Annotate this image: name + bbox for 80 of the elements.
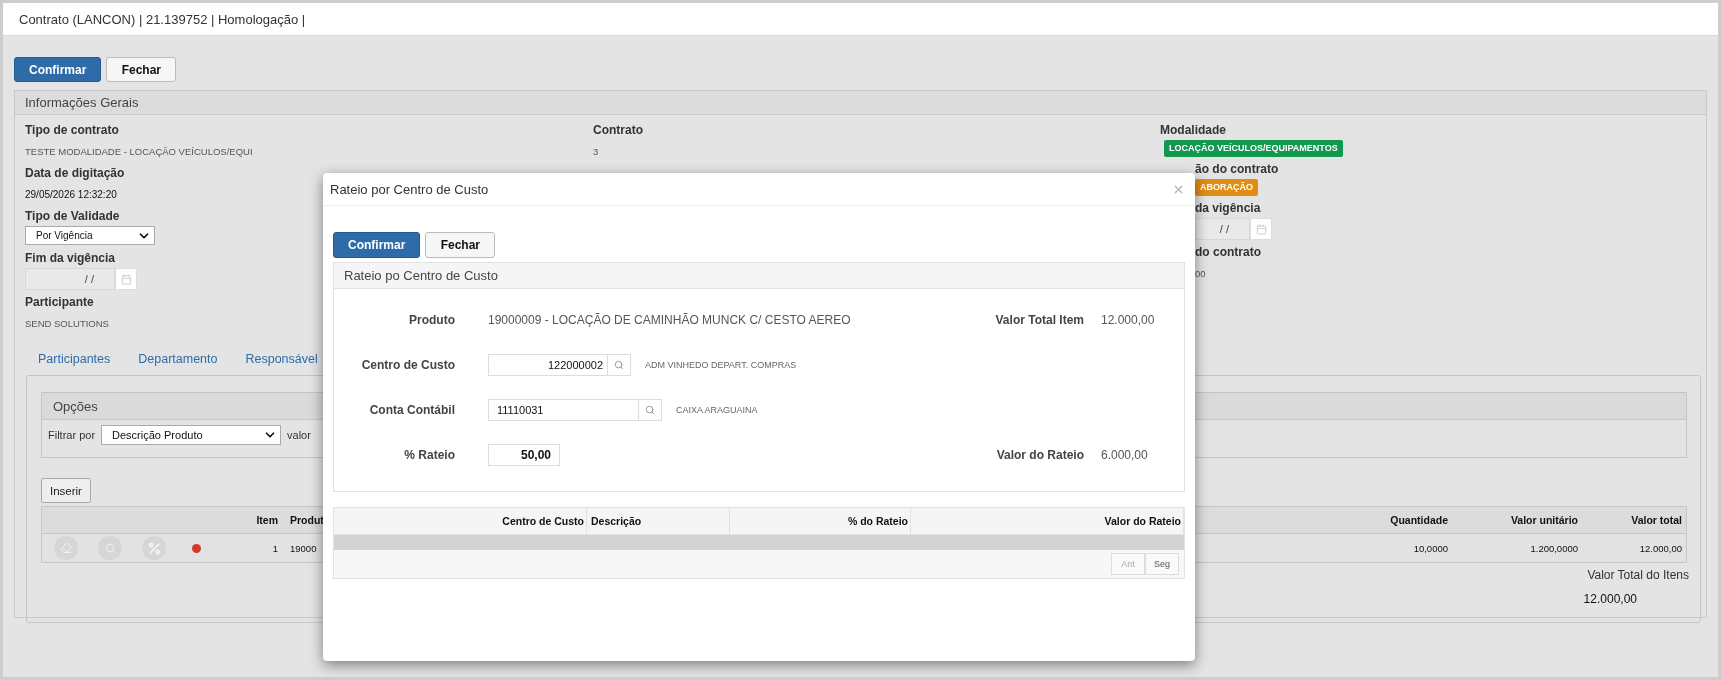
close-button[interactable]: Fechar <box>425 232 496 258</box>
section-title: Opções <box>53 398 98 414</box>
dialog-title: Rateio por Centro de Custo <box>330 181 489 197</box>
field-label: da vigência <box>1195 200 1261 217</box>
tab[interactable]: Participantes <box>38 352 111 366</box>
search-icon[interactable] <box>614 359 624 370</box>
table-cell: 10,0000 <box>1413 542 1448 554</box>
field-label: ão do contrato <box>1195 161 1279 178</box>
cost-center-field[interactable]: 122000002 <box>488 353 631 376</box>
close-button[interactable]: Fechar <box>106 57 177 82</box>
field-label: Participante <box>25 294 94 311</box>
field-value: 12.000,00 <box>1101 312 1155 327</box>
field-label: Produto <box>408 312 455 327</box>
field-description: ADM VINHEDO DEPART. COMPRAS <box>645 359 797 370</box>
eraser-icon <box>60 542 72 554</box>
search-icon <box>104 542 116 554</box>
tab[interactable]: Responsável <box>245 352 318 366</box>
column-header: Centro de Custo <box>334 508 587 534</box>
column-header: Item <box>256 514 278 526</box>
filter-label: Filtrar por <box>48 429 96 441</box>
date-field[interactable]: / / <box>1195 218 1250 240</box>
insert-button[interactable]: Inserir <box>41 478 91 503</box>
table-cell: 12.000,00 <box>1639 542 1682 554</box>
table-cell: 1.200,0000 <box>1530 542 1578 554</box>
field-value: 6.000,00 <box>1101 447 1148 462</box>
field-value: 29/05/2026 12:32:20 <box>25 188 117 202</box>
section-title: Informações Gerais <box>25 95 139 110</box>
column-header: Valor do Rateio <box>911 508 1184 534</box>
value-label: valor <box>287 429 311 441</box>
field-label: Centro de Custo <box>360 357 455 372</box>
select-field[interactable]: Por Vigência <box>25 226 155 245</box>
field-label: Valor Total Item <box>994 312 1084 327</box>
percent-field[interactable]: 50,00 <box>488 443 560 466</box>
field-value: 19000009 - LOCAÇÃO DE CAMINHÃO MUNCK C/ CESTO AEREO <box>488 312 851 327</box>
percent-button[interactable] <box>142 536 166 560</box>
column-header: Produt <box>290 514 324 526</box>
field-label: Conta Contábil <box>368 402 455 417</box>
column-header: Descrição <box>587 508 730 534</box>
confirm-button[interactable]: Confirmar <box>333 232 421 258</box>
total-label: Valor Total do Itens <box>1587 568 1689 582</box>
total-value: 12.000,00 <box>1583 592 1637 606</box>
close-icon[interactable] <box>1172 182 1185 196</box>
status-badge: ABORAÇÃO <box>1195 179 1258 196</box>
field-label: Valor do Rateio <box>995 447 1084 462</box>
field-label: do contrato <box>1195 244 1261 261</box>
table-cell: 1 <box>272 542 278 554</box>
window-title: Contrato (LANCON) | 21.139752 | Homologação | <box>19 11 306 27</box>
field-label: % Rateio <box>403 447 455 462</box>
field-label: Fim da vigência <box>25 250 116 267</box>
calendar-icon <box>1255 223 1267 235</box>
search-button[interactable] <box>98 536 122 560</box>
field-label: Tipo de contrato <box>25 122 119 139</box>
field-label: Data de digitação <box>25 165 125 182</box>
search-icon[interactable] <box>645 404 655 415</box>
date-field[interactable]: / / <box>25 268 115 290</box>
calendar-icon <box>120 273 132 285</box>
edit-button[interactable] <box>54 536 78 560</box>
table-cell: 19000 <box>290 542 317 554</box>
field-label: Modalidade <box>1160 122 1226 139</box>
field-value: 3 <box>593 145 599 159</box>
field-value: SEND SOLUTIONS <box>25 317 109 331</box>
confirm-button[interactable]: Confirmar <box>14 57 102 82</box>
account-field[interactable]: 11110031 <box>488 398 662 421</box>
column-header: Quantidade <box>1390 514 1448 526</box>
calendar-button[interactable] <box>1250 218 1272 240</box>
field-value: 00 <box>1195 267 1206 281</box>
field-label: Contrato <box>593 122 643 139</box>
percent-icon <box>146 540 162 556</box>
column-header: Valor total <box>1631 514 1682 526</box>
field-label: Tipo de Validade <box>25 208 120 225</box>
tab[interactable]: Departamento <box>138 352 218 366</box>
column-header: Valor unitário <box>1510 514 1578 526</box>
panel-title: Rateio po Centro de Custo <box>344 268 498 283</box>
column-header: % do Rateio <box>730 508 911 534</box>
calendar-button[interactable] <box>115 268 137 290</box>
pager-button[interactable]: Seg <box>1145 553 1179 575</box>
filter-select[interactable]: Descrição Produto <box>101 425 282 445</box>
field-value: TESTE MODALIDADE - LOCAÇÃO VEÍCULOS/EQUI <box>25 145 253 159</box>
status-badge: LOCAÇÃO VEÍCULOS/EQUIPAMENTOS <box>1164 140 1343 157</box>
field-description: CAIXA ARAGUAINA <box>676 404 758 415</box>
